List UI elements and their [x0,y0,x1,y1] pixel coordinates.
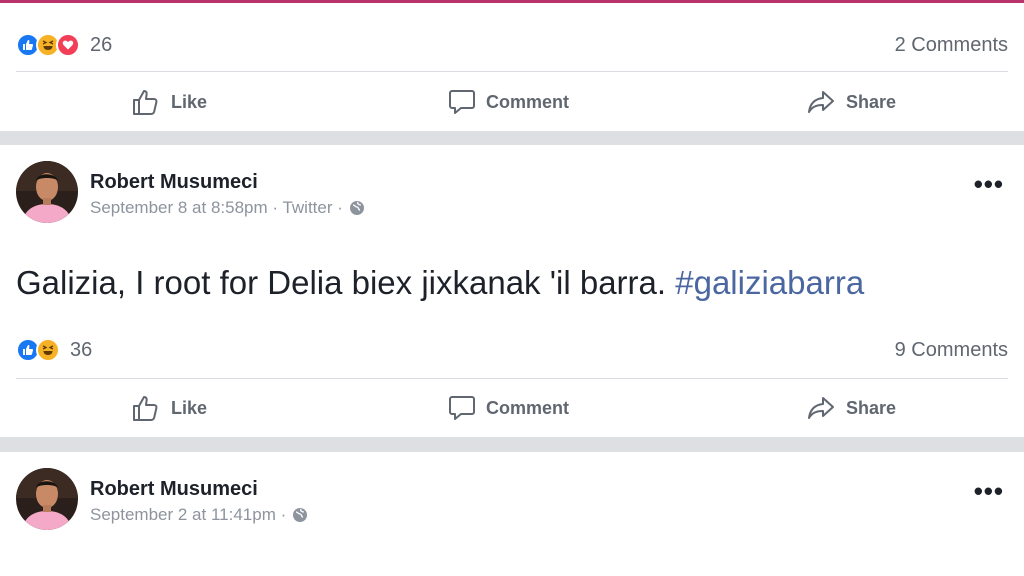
post-card-3: Robert Musumeci September 2 at 11:41pm ·… [0,452,1024,576]
post-card-1: 26 2 Comments Like Comment Share [0,3,1024,131]
post-meta: September 8 at 8:58pm · Twitter · [90,198,365,218]
post-actions-bar: Like Comment Share [0,379,1024,437]
comment-button[interactable]: Comment [448,88,569,116]
post-header [16,468,78,530]
comments-count-link[interactable]: 9 Comments [895,339,1008,362]
like-label: Like [171,91,208,112]
share-label: Share [846,397,897,418]
comment-button[interactable]: Comment [448,394,569,422]
share-arrow-icon [808,91,834,113]
thumbs-up-icon [133,90,158,115]
author-avatar[interactable] [16,468,78,530]
author-avatar[interactable] [16,161,78,223]
hashtag-link[interactable]: #galiziabarra [675,264,864,301]
post-header [16,161,78,223]
reactions-summary[interactable]: 26 2 Comments [16,23,1008,67]
love-reaction-icon [56,33,80,57]
post-timestamp[interactable]: September 2 at 11:41pm · [90,505,286,525]
like-button[interactable]: Like [131,393,207,423]
post-timestamp[interactable]: September 8 at 8:58pm · Twitter · [90,198,343,218]
post-text: Galizia, I root for Delia biex jixkanak … [16,264,864,302]
comment-label: Comment [486,91,570,112]
haha-reaction-icon [36,338,60,362]
reactions-summary[interactable]: 36 9 Comments [16,328,1008,372]
share-button[interactable]: Share [806,393,896,423]
comment-bubble-icon [449,396,475,420]
reaction-count: 26 [90,33,113,56]
like-label: Like [171,397,208,418]
share-button[interactable]: Share [806,87,896,117]
more-options-icon[interactable]: ••• [974,476,1004,507]
author-name[interactable]: Robert Musumeci [90,171,258,194]
comment-label: Comment [486,397,570,418]
post-body: Galizia, I root for Delia biex jixkanak … [16,264,667,301]
comments-count-link[interactable]: 2 Comments [895,34,1008,57]
share-arrow-icon [808,397,834,419]
more-options-icon[interactable]: ••• [974,169,1004,200]
divider [16,71,1008,72]
globe-icon [293,508,308,522]
post-meta: September 2 at 11:41pm · [90,505,308,525]
author-name[interactable]: Robert Musumeci [90,478,258,501]
like-button[interactable]: Like [131,87,207,117]
comment-bubble-icon [449,90,475,114]
reaction-count: 36 [70,338,93,361]
globe-icon [349,201,364,215]
post-actions-bar: Like Comment Share [0,73,1024,131]
thumbs-up-icon [133,396,158,421]
share-label: Share [846,91,897,112]
feed-separator [0,131,1024,145]
feed-separator [0,437,1024,452]
